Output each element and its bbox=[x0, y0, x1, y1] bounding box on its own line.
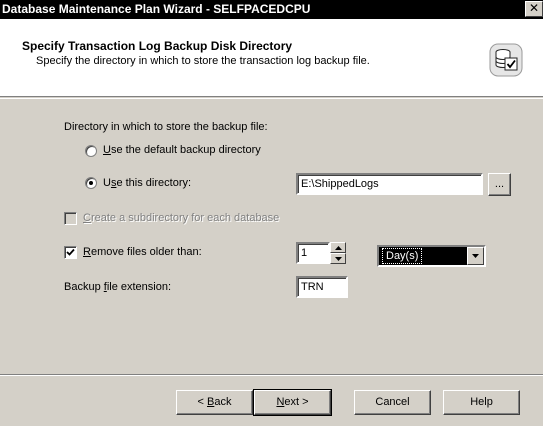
this-directory-radio[interactable] bbox=[85, 177, 97, 189]
age-unit-dropdown[interactable]: Day(s) bbox=[377, 245, 486, 267]
page-title: Specify Transaction Log Backup Disk Dire… bbox=[22, 39, 293, 53]
spin-down-button[interactable] bbox=[330, 253, 346, 264]
directory-label: Directory in which to store the backup f… bbox=[64, 121, 268, 133]
back-button[interactable]: < Back bbox=[176, 390, 253, 415]
wizard-header: Specify Transaction Log Backup Disk Dire… bbox=[0, 19, 543, 97]
arrow-down-icon bbox=[335, 257, 342, 261]
age-input[interactable]: 1 bbox=[296, 242, 330, 264]
chevron-down-icon bbox=[472, 254, 479, 258]
remove-files-label[interactable]: Remove files older than: bbox=[83, 246, 202, 258]
arrow-up-icon bbox=[335, 246, 342, 250]
help-button[interactable]: Help bbox=[443, 390, 520, 415]
database-check-icon bbox=[489, 43, 523, 77]
remove-files-checkbox[interactable] bbox=[64, 246, 77, 259]
spin-up-button[interactable] bbox=[330, 242, 346, 253]
this-directory-label[interactable]: Use this directory: bbox=[103, 177, 191, 189]
directory-path-input[interactable]: E:\ShippedLogs bbox=[296, 173, 483, 195]
age-spinner[interactable] bbox=[330, 242, 346, 264]
subdirectory-label: Create a subdirectory for each database bbox=[83, 212, 280, 224]
subdirectory-checkbox[interactable] bbox=[64, 212, 77, 225]
default-directory-label[interactable]: Use the default backup directory bbox=[103, 144, 261, 156]
page-subtitle: Specify the directory in which to store … bbox=[36, 55, 370, 67]
dropdown-arrow-button[interactable] bbox=[467, 247, 484, 265]
cancel-button[interactable]: Cancel bbox=[354, 390, 431, 415]
extension-input[interactable]: TRN bbox=[296, 276, 348, 298]
next-button[interactable]: Next > bbox=[253, 389, 332, 416]
title-bar: Database Maintenance Plan Wizard - SELFP… bbox=[0, 0, 543, 19]
browse-button[interactable]: ... bbox=[488, 173, 511, 196]
extension-label: Backup file extension: bbox=[64, 281, 172, 293]
close-button[interactable]: ✕ bbox=[525, 1, 543, 17]
default-directory-radio[interactable] bbox=[85, 145, 97, 157]
checkmark-icon bbox=[66, 248, 75, 256]
window-title: Database Maintenance Plan Wizard - SELFP… bbox=[2, 2, 311, 16]
age-unit-value: Day(s) bbox=[382, 248, 423, 264]
wizard-window: Database Maintenance Plan Wizard - SELFP… bbox=[0, 0, 543, 426]
